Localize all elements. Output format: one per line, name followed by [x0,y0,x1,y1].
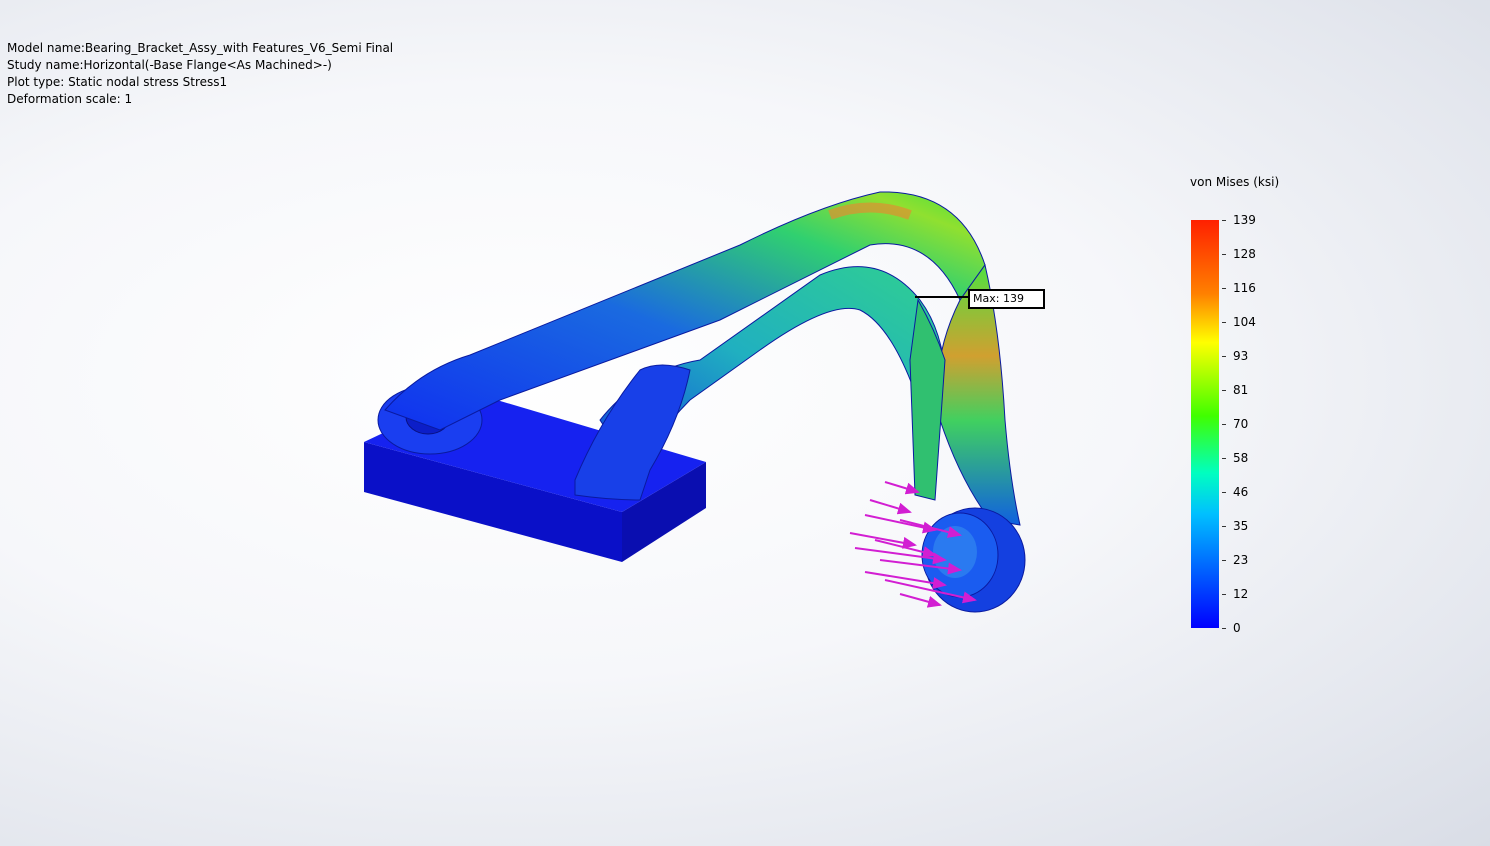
legend-tick-label: 70 [1233,417,1249,431]
legend-tick-mark [1222,254,1226,255]
legend-tick-mark [1222,526,1226,527]
legend-tick-label: 23 [1233,553,1249,567]
legend-tick-mark [1222,492,1226,493]
legend-tick-mark [1222,322,1226,323]
legend-tick-label: 139 [1233,213,1256,227]
legend-tick-label: 128 [1233,247,1256,261]
stress-color-bar [1191,220,1219,628]
legend-tick-mark [1222,220,1226,221]
legend-tick-mark [1222,628,1226,629]
legend-tick-label: 104 [1233,315,1256,329]
legend-tick-mark [1222,594,1226,595]
legend-tick-mark [1222,356,1226,357]
legend-tick-label: 0 [1233,621,1241,635]
legend-tick-label: 58 [1233,451,1249,465]
legend-tick-label: 93 [1233,349,1249,363]
legend-tick-label: 81 [1233,383,1249,397]
legend-title: von Mises (ksi) [1190,175,1280,189]
legend-tick-mark [1222,560,1226,561]
stress-plot-viewport[interactable] [0,0,1490,846]
legend-tick-mark [1222,424,1226,425]
legend-tick-label: 116 [1233,281,1256,295]
legend-tick-mark [1222,390,1226,391]
legend-tick-label: 12 [1233,587,1249,601]
legend-tick-label: 46 [1233,485,1249,499]
legend-tick-mark [1222,458,1226,459]
legend-tick-mark [1222,288,1226,289]
legend-tick-label: 35 [1233,519,1249,533]
max-stress-callout[interactable]: Max: 139 [968,289,1045,309]
